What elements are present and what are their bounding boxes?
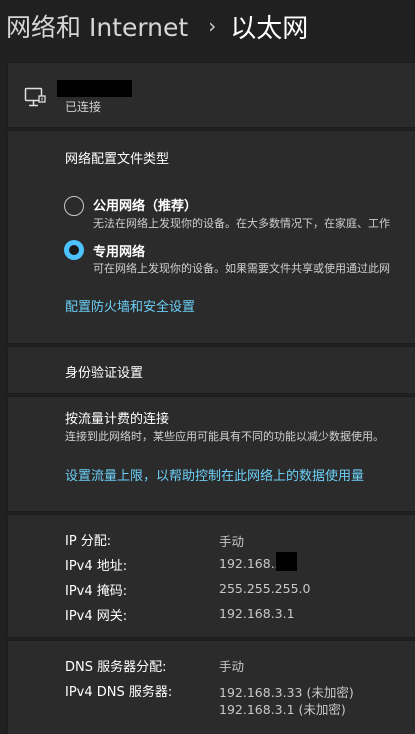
metered-connection-title: 按流量计费的连接 — [65, 412, 170, 427]
private-network-radio[interactable] — [64, 240, 84, 260]
ip-assignment-key: IP 分配: — [65, 534, 112, 549]
firewall-settings-link[interactable]: 配置防火墙和安全设置 — [65, 296, 195, 315]
public-network-label[interactable]: 公用网络（推荐） — [93, 195, 197, 214]
dns-assignment-value: 手动 — [219, 659, 245, 674]
ip-assignment-value: 手动 — [219, 534, 245, 549]
breadcrumb-separator-icon: › — [208, 14, 217, 38]
ipv4-gateway-value: 192.168.3.1 — [219, 606, 295, 621]
page-title: 以太网 — [230, 13, 309, 44]
breadcrumb-parent[interactable]: 网络和 Internet — [6, 8, 188, 44]
private-network-desc: 可在网络上发现你的设备。如果需要文件共享或使用通过此网 — [93, 262, 390, 275]
ethernet-settings-page: 网络和 Internet › 以太网 已连接 网络配置文件类型 公用网络（推荐）… — [0, 0, 415, 734]
connection-status: 已连接 — [65, 100, 102, 114]
redacted-network-name — [57, 80, 132, 97]
redacted-ip-octet — [276, 552, 297, 571]
ipv4-address-key: IPv4 地址: — [65, 559, 128, 574]
metered-connection-desc: 连接到此网络时，某些应用可能具有不同的功能以减少数据使用。 — [65, 430, 384, 443]
auth-settings-title[interactable]: 身份验证设置 — [65, 362, 143, 381]
ipv4-dns-key: IPv4 DNS 服务器: — [65, 685, 173, 700]
ipv4-dns-server-2: 192.168.3.1 (未加密) — [219, 702, 346, 717]
ethernet-icon — [24, 87, 46, 107]
network-profile-title: 网络配置文件类型 — [65, 152, 170, 167]
ipv4-mask-key: IPv4 掩码: — [65, 584, 128, 599]
public-network-desc: 无法在网络上发现你的设备。在大多数情况下，在家庭、工作 — [93, 217, 390, 230]
dns-assignment-key: DNS 服务器分配: — [65, 660, 167, 675]
private-network-label[interactable]: 专用网络 — [93, 241, 145, 260]
public-network-radio[interactable] — [64, 196, 84, 216]
data-limit-link[interactable]: 设置流量上限，以帮助控制在此网络上的数据使用量 — [65, 465, 364, 484]
ipv4-gateway-key: IPv4 网关: — [65, 609, 128, 624]
breadcrumb: 网络和 Internet › 以太网 — [6, 6, 308, 46]
ipv4-mask-value: 255.255.255.0 — [219, 581, 311, 596]
